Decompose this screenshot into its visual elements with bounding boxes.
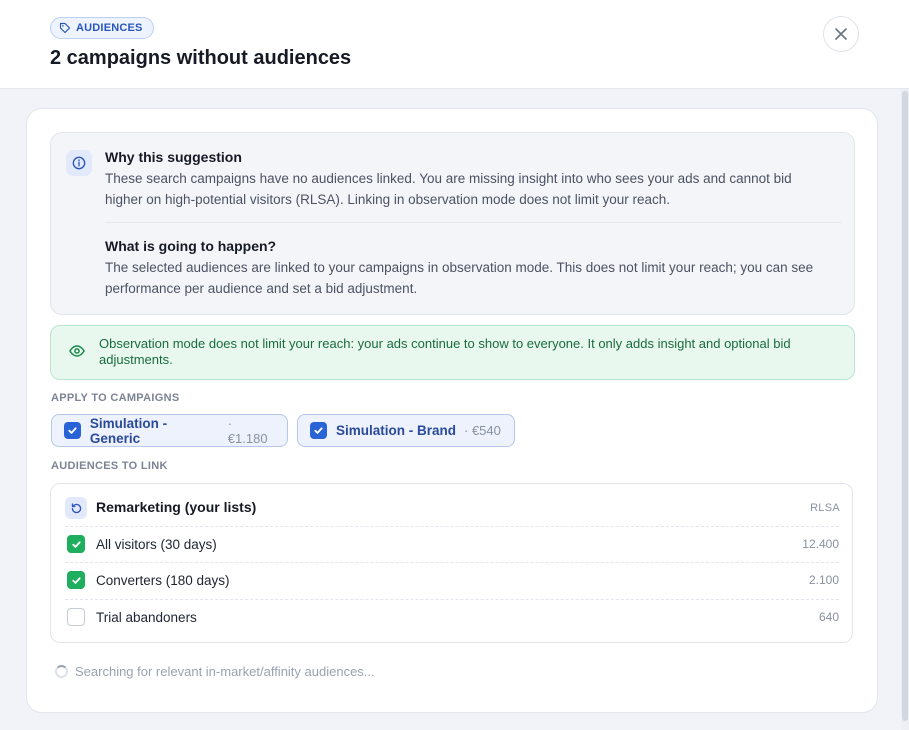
- campaign-amount: · €540: [464, 423, 501, 438]
- dialog-title: 2 campaigns without audiences: [50, 47, 352, 69]
- check-icon: [314, 427, 323, 434]
- audience-size: 2.100: [808, 573, 839, 587]
- audiences-section-label: AUDIENCES TO LINK: [51, 460, 168, 472]
- rlsa-tag: RLSA: [810, 502, 840, 514]
- audience-row[interactable]: Converters (180 days) 2.100: [65, 562, 839, 598]
- check-icon: [71, 540, 81, 548]
- campaign-chip-brand[interactable]: Simulation - Brand · €540: [297, 414, 515, 447]
- audience-size: 640: [818, 610, 839, 624]
- what-text: The selected audiences are linked to you…: [105, 260, 814, 296]
- observation-notice: Observation mode does not limit your rea…: [50, 325, 855, 380]
- why-text: These search campaigns have no audiences…: [105, 171, 792, 207]
- audience-size: 12.400: [802, 537, 839, 551]
- scrollbar-thumb[interactable]: [902, 91, 908, 721]
- info-icon: [66, 150, 92, 176]
- why-title: Why this suggestion: [105, 149, 242, 165]
- audience-label: All visitors (30 days): [96, 536, 217, 552]
- audience-group-title: Remarketing (your lists): [96, 499, 257, 515]
- info-divider: [105, 222, 841, 223]
- campaigns-section-label: APPLY TO CAMPAIGNS: [51, 392, 180, 404]
- notice-text: Observation mode does not limit your rea…: [99, 336, 791, 367]
- audience-label: Trial abandoners: [96, 609, 197, 625]
- close-button[interactable]: [823, 16, 859, 52]
- check-icon: [68, 427, 77, 434]
- spinner-icon: [55, 665, 68, 678]
- checkbox-checked[interactable]: [64, 422, 81, 439]
- audience-row[interactable]: All visitors (30 days) 12.400: [65, 526, 839, 562]
- check-icon: [71, 576, 81, 584]
- campaign-name: Simulation - Brand: [336, 423, 457, 438]
- campaign-name: Simulation - Generic: [89, 415, 168, 446]
- eye-icon: [67, 341, 87, 361]
- loading-indicator: Searching for relevant in-market/affinit…: [55, 664, 375, 679]
- tag-icon: [59, 22, 71, 34]
- loading-text: Searching for relevant in-market/affinit…: [75, 664, 375, 679]
- audience-row[interactable]: Trial abandoners 640: [65, 599, 839, 635]
- campaign-amount: · €1.180: [227, 415, 268, 446]
- info-box: Why this suggestion These search campaig…: [50, 132, 855, 315]
- checkbox-checked[interactable]: [310, 422, 327, 439]
- audience-group: Remarketing (your lists) RLSA All visito…: [50, 483, 853, 643]
- audiences-tag: AUDIENCES: [50, 17, 154, 39]
- scrollbar[interactable]: [901, 89, 909, 730]
- suggestion-card: Why this suggestion These search campaig…: [26, 108, 878, 713]
- dialog-header: AUDIENCES 2 campaigns without audiences: [0, 0, 909, 89]
- close-icon: [835, 28, 847, 40]
- checkbox-unchecked[interactable]: [67, 608, 85, 626]
- tag-label: AUDIENCES: [76, 22, 143, 34]
- checkbox-checked[interactable]: [67, 535, 85, 553]
- refresh-icon: [65, 497, 87, 519]
- checkbox-checked[interactable]: [67, 571, 85, 589]
- audience-label: Converters (180 days): [96, 572, 230, 588]
- what-title: What is going to happen?: [105, 238, 277, 254]
- campaign-chip-generic[interactable]: Simulation - Generic · €1.180: [51, 414, 288, 447]
